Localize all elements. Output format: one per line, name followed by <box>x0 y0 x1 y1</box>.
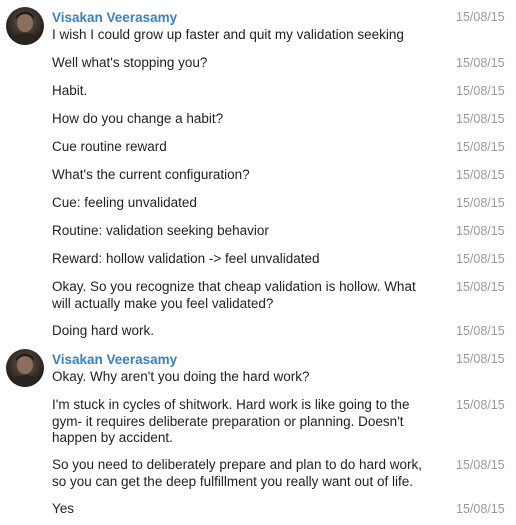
sender-name[interactable]: Visakan Veerasamy <box>52 351 177 368</box>
message-text: Reward: hollow validation -> feel unvali… <box>52 251 320 266</box>
message-timestamp: 15/08/15 <box>456 196 505 210</box>
message-text: So you need to deliberately prepare and … <box>52 457 422 489</box>
message-text: Yes <box>52 501 75 516</box>
message-text: I wish I could grow up faster and quit m… <box>52 27 404 42</box>
message-text: Okay. So you recognize that cheap valida… <box>52 279 416 311</box>
message-timestamp: 15/08/15 <box>456 502 505 516</box>
sender-name[interactable]: Visakan Veerasamy <box>52 9 177 26</box>
sender-avatar[interactable] <box>6 349 44 387</box>
message-text: What's the current configuration? <box>52 167 250 182</box>
message-text: How do you change a habit? <box>52 111 224 126</box>
message-timestamp: 15/08/15 <box>456 224 505 238</box>
message-text: Routine: validation seeking behavior <box>52 223 269 238</box>
message-text: Habit. <box>52 83 88 98</box>
sender-avatar[interactable] <box>6 7 44 45</box>
person-photo-icon <box>10 11 40 45</box>
message-text: Well what's stopping you? <box>52 55 208 70</box>
message-timestamp: 15/08/15 <box>456 352 505 366</box>
message-timestamp: 15/08/15 <box>456 168 505 182</box>
person-photo-icon <box>10 353 40 387</box>
message-timestamp: 15/08/15 <box>456 10 505 24</box>
message-timestamp: 15/08/15 <box>456 140 505 154</box>
message-timestamp: 15/08/15 <box>456 398 505 412</box>
message-text: Doing hard work. <box>52 323 155 338</box>
message-text: Cue: feeling unvalidated <box>52 195 197 210</box>
message-text: Cue routine reward <box>52 139 167 154</box>
message-timestamp: 15/08/15 <box>456 458 505 472</box>
message-timestamp: 15/08/15 <box>456 56 505 70</box>
message-text: I'm stuck in cycles of shitwork. Hard wo… <box>52 397 410 445</box>
message-text: Okay. Why aren't you doing the hard work… <box>52 369 310 384</box>
message-timestamp: 15/08/15 <box>456 280 505 294</box>
message-timestamp: 15/08/15 <box>456 252 505 266</box>
message-timestamp: 15/08/15 <box>456 112 505 126</box>
message-timestamp: 15/08/15 <box>456 324 505 338</box>
chat-message-list[interactable]: Visakan Veerasamy 15/08/15 I wish I coul… <box>0 0 516 525</box>
message-timestamp: 15/08/15 <box>456 84 505 98</box>
